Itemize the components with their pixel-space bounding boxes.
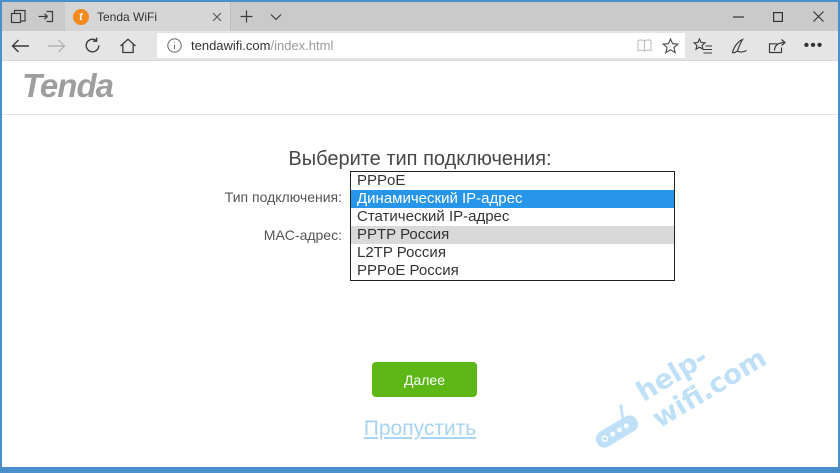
watermark-text: help-wifi.com: [631, 288, 819, 435]
new-tab-button[interactable]: [231, 2, 261, 31]
dropdown-option[interactable]: PPPoE: [351, 172, 674, 190]
site-info-icon[interactable]: [167, 38, 182, 53]
tab-close-icon[interactable]: [212, 12, 222, 22]
set-tabs-aside-icon[interactable]: [37, 8, 55, 25]
forward-icon[interactable]: [38, 39, 74, 53]
skip-link[interactable]: Пропустить: [2, 417, 838, 441]
tenda-favicon: t: [73, 9, 89, 25]
skip-link-text[interactable]: Пропустить: [364, 417, 477, 440]
url-host: tendawifi.com: [191, 38, 270, 53]
hub-icon[interactable]: [684, 38, 721, 54]
dropdown-option[interactable]: Динамический IP-адрес: [351, 190, 674, 208]
bottom-accent-bar: [2, 467, 838, 471]
site-header: Tenda: [2, 61, 838, 115]
url-text: tendawifi.com/index.html: [191, 38, 635, 53]
more-options-icon[interactable]: •••: [795, 37, 832, 55]
dropdown-option[interactable]: PPTP Россия: [351, 226, 674, 244]
dropdown-option[interactable]: PPPoE Россия: [351, 262, 674, 280]
navigation-bar: tendawifi.com/index.html: [2, 31, 838, 60]
share-icon[interactable]: [758, 37, 795, 54]
home-icon[interactable]: [110, 38, 146, 54]
back-icon[interactable]: [2, 39, 38, 53]
dropdown-option[interactable]: L2TP Россия: [351, 244, 674, 262]
tab-title: Tenda WiFi: [97, 10, 204, 24]
favorite-star-icon[interactable]: [662, 38, 679, 54]
next-button[interactable]: Далее: [372, 362, 477, 397]
browser-window: t Tenda WiFi: [0, 0, 840, 473]
close-button[interactable]: [798, 2, 838, 31]
dropdown-option[interactable]: Статический IP-адрес: [351, 208, 674, 226]
connection-type-label: Тип подключения:: [137, 189, 342, 205]
tenda-logo: Tenda: [22, 67, 113, 105]
page-title: Выберите тип подключения:: [2, 148, 838, 171]
browser-tab[interactable]: t Tenda WiFi: [65, 2, 231, 31]
refresh-icon[interactable]: [74, 37, 110, 54]
url-path: /index.html: [270, 38, 333, 53]
page-content: Tenda Выберите тип подключения: Тип подк…: [2, 60, 838, 467]
mac-address-label: MAC-адрес:: [137, 227, 342, 243]
address-bar[interactable]: tendawifi.com/index.html: [157, 33, 685, 58]
tab-bar: t Tenda WiFi: [2, 2, 838, 31]
tab-list-chevron-icon[interactable]: [261, 2, 291, 31]
tab-preview-icon[interactable]: [10, 8, 27, 25]
minimize-button[interactable]: [718, 2, 758, 31]
web-note-pen-icon[interactable]: [721, 38, 758, 54]
reading-view-icon[interactable]: [635, 38, 654, 53]
connection-type-listbox[interactable]: PPPoEДинамический IP-адресСтатический IP…: [350, 171, 675, 281]
maximize-button[interactable]: [758, 2, 798, 31]
